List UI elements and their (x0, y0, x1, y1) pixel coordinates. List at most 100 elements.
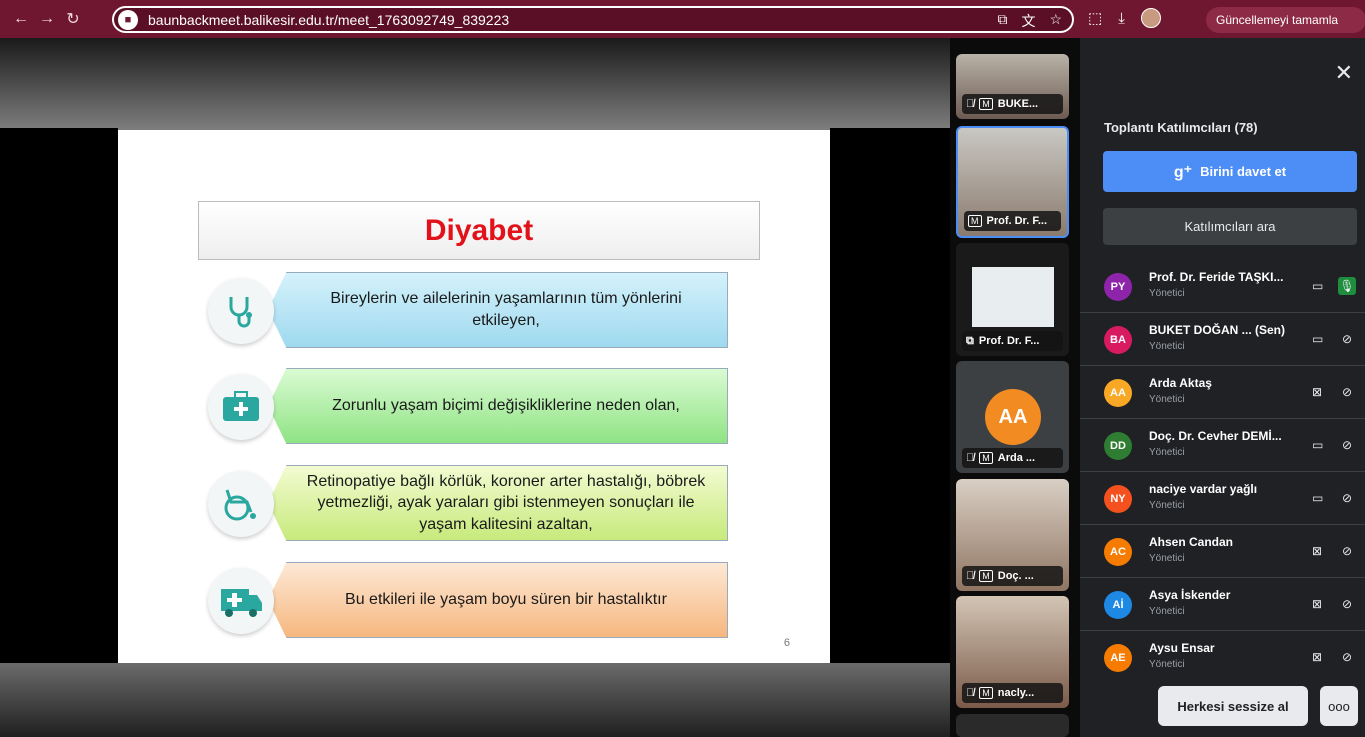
extensions-icon[interactable]: ⬚ (1088, 9, 1102, 27)
camera-icon[interactable]: ▭ (1312, 332, 1323, 346)
slide-item: Bireylerin ve ailelerinin yaşamlarının t… (268, 272, 728, 348)
slide-title-box: Diyabet (198, 201, 760, 260)
profile-avatar[interactable] (1140, 8, 1161, 28)
add-person-icon: g⁺ (1173, 163, 1193, 181)
mic-off-icon[interactable]: ⊘ (1338, 383, 1356, 401)
mic-off-icon[interactable]: ⊘ (1338, 648, 1356, 666)
mute-all-button[interactable]: Herkesi sessize al (1158, 686, 1308, 726)
slide-title: Diyabet (424, 213, 534, 247)
camera-off-icon[interactable]: ⊠ (1312, 650, 1322, 664)
participant-role: Yönetici (1149, 500, 1185, 511)
participants-panel: ✕ Toplantı Katılımcıları (78) g⁺ Birini … (1080, 38, 1365, 737)
slide-page-number: 6 (783, 637, 790, 649)
tile-name: nacly... (997, 687, 1035, 699)
participant-list[interactable]: PY Prof. Dr. Feride TAŞKI... Yönetici ▭ … (1080, 260, 1365, 678)
back-icon[interactable]: ← (8, 10, 34, 28)
mic-off-icon[interactable]: ⊘ (1338, 542, 1356, 560)
participant-name: BUKET DOĞAN ... (Sen) (1149, 323, 1286, 337)
mic-off-icon: 🎙̸ (966, 452, 975, 464)
participant-tile[interactable]: 🎙̸ M Doç. ... (956, 479, 1069, 591)
mic-off-icon[interactable]: ⊘ (1338, 330, 1356, 348)
tile-name: Prof. Dr. F... (978, 335, 1040, 347)
list-item[interactable]: AA Arda Aktaş Yönetici ⊠ ⊘ (1080, 366, 1365, 419)
more-options-button[interactable]: ooo (1320, 686, 1358, 726)
moderator-badge-icon: M (979, 687, 993, 699)
slide-item: Zorunlu yaşam biçimi değişikliklerine ne… (268, 368, 728, 444)
camera-icon[interactable]: ▭ (1312, 279, 1323, 293)
list-item[interactable]: NY naciye vardar yağlı Yönetici ▭ ⊘ (1080, 472, 1365, 525)
download-icon[interactable]: ⤓ (1118, 10, 1125, 27)
camera-off-icon[interactable]: ⊠ (1312, 544, 1322, 558)
participant-role: Yönetici (1149, 341, 1185, 352)
avatar: AA (1104, 379, 1132, 407)
participant-name: naciye vardar yağlı (1149, 482, 1258, 496)
avatar: NY (1104, 485, 1132, 513)
mic-off-icon: 🎙̸ (966, 98, 975, 110)
mic-off-icon[interactable]: ⊘ (1338, 595, 1356, 613)
forward-icon[interactable]: → (34, 10, 60, 28)
participant-tile[interactable]: 🎙̸ M BUKE... (956, 54, 1069, 119)
screen-share-icon: ⧉ (966, 334, 974, 347)
tile-name: Prof. Dr. F... (986, 215, 1048, 227)
avatar: Aİ (1104, 591, 1132, 619)
avatar: PY (1104, 273, 1132, 301)
moderator-badge-icon: M (968, 215, 982, 227)
close-icon[interactable]: ✕ (1335, 60, 1353, 86)
list-item[interactable]: AC Ahsen Candan Yönetici ⊠ ⊘ (1080, 525, 1365, 578)
stage-letterbox-left (0, 128, 118, 663)
browser-toolbar: ← → ↻ ■ baunbackmeet.balikesir.edu.tr/me… (0, 0, 1365, 38)
translate-icon[interactable]: 文 (1021, 11, 1035, 31)
mic-on-icon[interactable]: 🎙 (1338, 277, 1356, 295)
participant-tile[interactable]: 🎙̸ Mnacly... (956, 596, 1069, 708)
moderator-badge-icon: M (979, 98, 993, 110)
screen-share-tile[interactable]: ⧉ Prof. Dr. F... (956, 243, 1069, 356)
shared-slide: Diyabet Bireylerin ve ailelerinin yaşaml… (118, 130, 830, 663)
reload-icon[interactable]: ↻ (60, 9, 86, 29)
bookmark-star-icon[interactable]: ☆ (1049, 11, 1062, 31)
slide-item: Retinopatiye bağlı körlük, koroner arter… (268, 465, 728, 541)
list-item[interactable]: PY Prof. Dr. Feride TAŞKI... Yönetici ▭ … (1080, 260, 1365, 313)
screen-share-preview (972, 267, 1054, 327)
list-item[interactable]: DD Doç. Dr. Cevher DEMİ... Yönetici ▭ ⊘ (1080, 419, 1365, 472)
cast-icon[interactable]: ⧉ (997, 11, 1007, 31)
participant-tile[interactable]: AA 🎙̸ M Arda ... (956, 361, 1069, 473)
mic-off-icon[interactable]: ⊘ (1338, 489, 1356, 507)
mic-off-icon[interactable]: ⊘ (1338, 436, 1356, 454)
participant-name: Asya İskender (1149, 588, 1231, 602)
tile-name: Arda ... (997, 452, 1036, 464)
mic-off-icon: 🎙̸ (966, 687, 975, 699)
ambulance-icon (208, 568, 274, 634)
participant-name: Doç. Dr. Cevher DEMİ... (1149, 429, 1282, 443)
camera-off-icon[interactable]: ⊠ (1312, 385, 1322, 399)
participant-tile[interactable] (956, 714, 1069, 737)
invite-label: Birini davet et (1200, 164, 1287, 179)
list-item[interactable]: BA BUKET DOĞAN ... (Sen) Yönetici ▭ ⊘ (1080, 313, 1365, 366)
list-item[interactable]: AE Aysu Ensar Yönetici ⊠ ⊘ (1080, 631, 1365, 678)
participant-role: Yönetici (1149, 553, 1185, 564)
site-info-icon[interactable]: ■ (118, 9, 138, 30)
avatar: AC (1104, 538, 1132, 566)
tile-name: BUKE... (997, 98, 1039, 110)
moderator-badge-icon: M (979, 570, 993, 582)
update-button[interactable]: Güncellemeyi tamamla (1206, 7, 1365, 33)
participant-name: Ahsen Candan (1149, 535, 1234, 549)
stage-letterbox-right (830, 128, 950, 663)
list-item[interactable]: Aİ Asya İskender Yönetici ⊠ ⊘ (1080, 578, 1365, 631)
participant-tile-active[interactable]: M Prof. Dr. F... (956, 126, 1069, 238)
url-text[interactable]: baunbackmeet.balikesir.edu.tr/meet_17630… (148, 12, 509, 28)
tile-avatar: AA (985, 389, 1041, 445)
avatar: DD (1104, 432, 1132, 460)
moderator-badge-icon: M (979, 452, 993, 464)
camera-icon[interactable]: ▭ (1312, 438, 1323, 452)
participant-role: Yönetici (1149, 659, 1185, 670)
search-participants-button[interactable]: Katılımcıları ara (1103, 208, 1357, 245)
slide-item: Bu etkileri ile yaşam boyu süren bir has… (268, 562, 728, 638)
participant-role: Yönetici (1149, 606, 1185, 617)
invite-button[interactable]: g⁺ Birini davet et (1103, 151, 1357, 192)
panel-title: Toplantı Katılımcıları (78) (1104, 120, 1258, 135)
camera-icon[interactable]: ▭ (1312, 491, 1323, 505)
participant-name: Prof. Dr. Feride TAŞKI... (1149, 270, 1284, 284)
camera-off-icon[interactable]: ⊠ (1312, 597, 1322, 611)
wheelchair-icon (208, 471, 274, 537)
address-bar[interactable]: ■ baunbackmeet.balikesir.edu.tr/meet_176… (112, 6, 1074, 33)
